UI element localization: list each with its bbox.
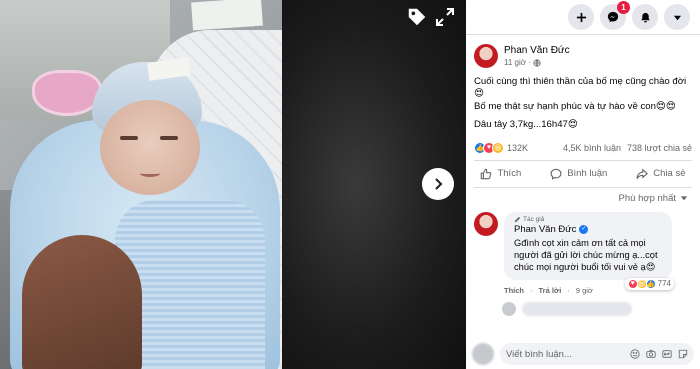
comment-text: Gđình cọt xin cảm ơn tất cả mọi người đã…: [514, 237, 658, 273]
avatar[interactable]: [474, 44, 498, 68]
caret-down-icon: [680, 194, 688, 202]
plus-icon: [576, 12, 587, 23]
like-button[interactable]: Thích: [480, 168, 521, 180]
comment-item: Tác giả Phan Văn Đức ✓ Gđình cọt xin cảm…: [466, 210, 700, 290]
post-stats: 👍 ♥ 😆 132K 4,5K bình luận 738 lượt chia …: [466, 138, 700, 160]
avatar[interactable]: [474, 211, 498, 236]
post-actions: Thích Bình luận Chia sẻ: [466, 161, 700, 187]
photo-baby-face: [100, 100, 200, 195]
comment-button[interactable]: Bình luận: [550, 168, 607, 180]
comment-reactions[interactable]: ♥ 😆 👍 774: [624, 277, 674, 290]
globe-icon: [533, 58, 541, 67]
avatar: [502, 301, 516, 316]
share-icon: [636, 168, 649, 180]
photo-mouth: [140, 170, 160, 177]
avatar: [472, 343, 494, 365]
chevron-right-icon: [432, 178, 444, 190]
gif-icon[interactable]: [661, 349, 672, 360]
comment-reply-button[interactable]: Trả lời: [539, 286, 562, 295]
comment-time[interactable]: 9 giờ: [576, 286, 593, 295]
create-button[interactable]: [568, 4, 594, 30]
photo-paper: [191, 0, 263, 31]
comment-like-button[interactable]: Thích: [504, 286, 524, 295]
comment-author[interactable]: Phan Văn Đức: [514, 224, 576, 235]
post-line: Cuối cùng thì thiên thần của bố mẹ cũng …: [474, 76, 687, 100]
author-role-badge: Tác giả: [514, 216, 662, 223]
pencil-icon: [514, 216, 521, 223]
expand-icon[interactable]: [435, 7, 455, 27]
comment-composer: Viết bình luận...: [466, 339, 700, 369]
comment-icon: [550, 168, 562, 180]
share-button[interactable]: Chia sẻ: [636, 168, 686, 180]
post-header: Phan Văn Đức 11 giờ ·: [466, 35, 700, 72]
blurred-reply: [466, 295, 700, 316]
thumbs-up-icon: [480, 168, 492, 180]
comments-count[interactable]: 4,5K bình luận: [563, 143, 621, 153]
haha-reaction-icon: 😆: [492, 141, 504, 154]
baby-photo[interactable]: [0, 0, 282, 369]
photo-hand: [22, 235, 142, 369]
bell-icon: [640, 12, 651, 23]
camera-icon[interactable]: [645, 349, 656, 360]
photo-viewer: [0, 0, 466, 369]
comment-input[interactable]: Viết bình luận...: [500, 343, 694, 365]
reaction-count: 132K: [507, 142, 529, 153]
comment-input-placeholder: Viết bình luận...: [506, 348, 572, 360]
tag-icon[interactable]: [406, 6, 428, 28]
verified-icon: ✓: [579, 224, 589, 234]
shares-count[interactable]: 738 lượt chia sẻ: [627, 143, 692, 153]
post-panel: 1 Phan Văn Đức 11 giờ · Cuối cùng thì th…: [466, 0, 700, 369]
post-text: Cuối cùng thì thiên thần của bố mẹ cũng …: [466, 72, 700, 132]
comment-sort-dropdown[interactable]: Phù hợp nhất: [466, 188, 700, 210]
post-line: Bố mẹ thật sự hạnh phúc và tự hào về con…: [474, 100, 676, 112]
photo-eye: [120, 136, 138, 140]
comment-reaction-count: 774: [657, 279, 671, 289]
reaction-summary[interactable]: 👍 ♥ 😆 132K: [474, 141, 529, 154]
post-author[interactable]: Phan Văn Đức: [504, 45, 570, 56]
comment-bubble: Tác giả Phan Văn Đức ✓ Gđình cọt xin cảm…: [504, 211, 674, 290]
messenger-icon: [607, 11, 619, 23]
photo-eye: [160, 136, 178, 140]
notifications-button[interactable]: [632, 4, 658, 30]
notification-badge: 1: [617, 1, 630, 14]
post-meta: 11 giờ ·: [504, 58, 570, 67]
caret-down-icon: [673, 13, 682, 22]
account-menu-button[interactable]: [664, 4, 690, 30]
next-photo-button[interactable]: [422, 168, 454, 200]
messenger-button[interactable]: 1: [600, 1, 630, 30]
top-bar: 1: [466, 0, 700, 34]
emoji-icon[interactable]: [629, 349, 640, 360]
post-line: Dâu tây 3,7kg...16h47😍: [474, 119, 578, 131]
blurred-reply-text: [522, 301, 632, 316]
post-time[interactable]: 11 giờ: [504, 58, 526, 67]
sticker-icon[interactable]: [677, 349, 688, 360]
like-reaction-icon: 👍: [645, 278, 656, 289]
